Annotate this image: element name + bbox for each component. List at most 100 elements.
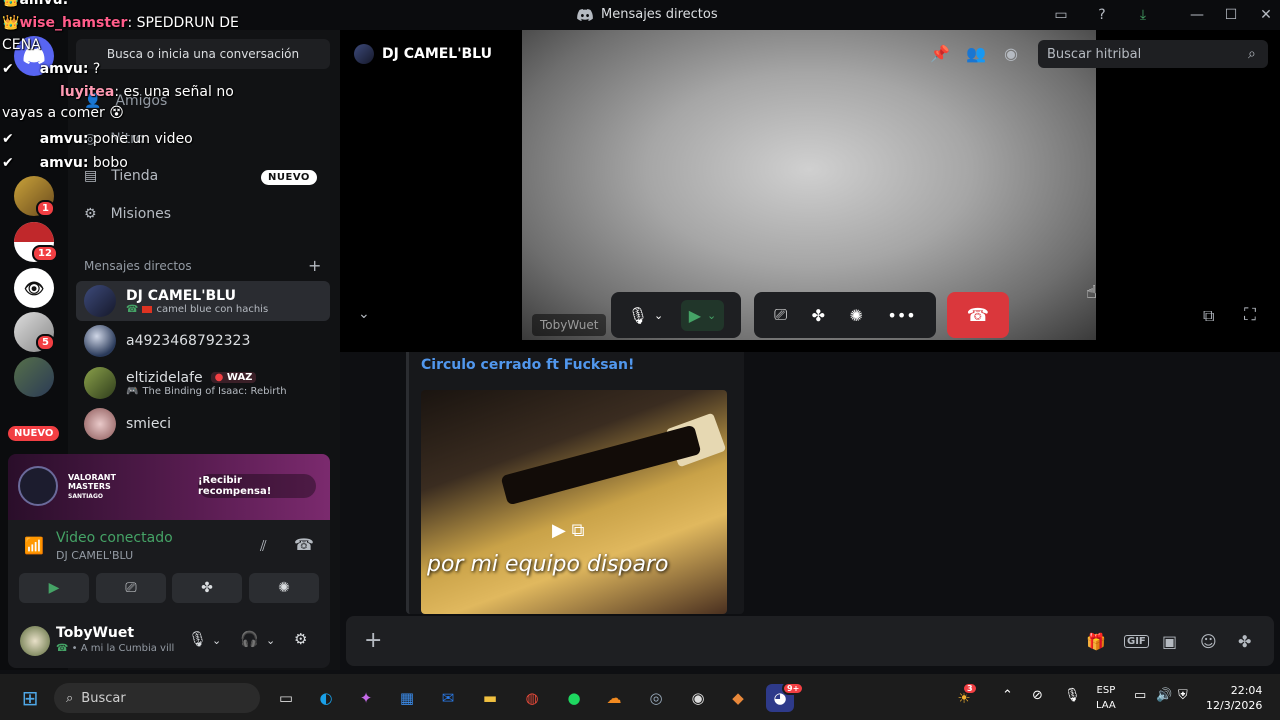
voice-status[interactable]: Video conectado <box>56 530 173 546</box>
add-dm-icon[interactable]: + <box>308 256 321 275</box>
chrome-icon[interactable]: ◍ <box>518 684 546 712</box>
help-icon[interactable]: ? <box>1092 5 1112 25</box>
user-name[interactable]: TobyWuet <box>56 625 134 641</box>
dm-item[interactable]: DJ CAMEL'BLU ☎ camel blue con hachis <box>76 281 330 321</box>
stream-chat-line: 👑amvu: <box>2 0 69 8</box>
language-indicator[interactable]: ESP LAA <box>1096 683 1116 713</box>
outlook-icon[interactable]: ✉ <box>434 684 462 712</box>
soundboard-icon: ✺ <box>278 580 290 596</box>
fullscreen-icon[interactable]: ⛶ <box>1244 305 1256 325</box>
more-options-icon[interactable]: ••• <box>887 306 915 325</box>
activities-icon[interactable]: ✤ <box>812 306 825 325</box>
chat-user: amvu: <box>39 155 89 171</box>
server-icon[interactable]: 👁 <box>14 268 54 308</box>
signal-icon[interactable]: 📶 <box>24 536 44 555</box>
language-bottom: LAA <box>1096 700 1116 711</box>
emoji-icon[interactable]: ☺ <box>1200 632 1217 651</box>
dm-item[interactable]: eltizidelafe ● WAZ 🎮 The Binding of Isaac… <box>76 361 330 405</box>
apps-icon[interactable]: ✤ <box>1238 632 1251 651</box>
user-avatar[interactable] <box>20 626 50 656</box>
play-icon[interactable]: ▶ ⧉ <box>552 520 584 541</box>
search-input[interactable]: Buscar hitribal <box>1038 40 1268 68</box>
dm-section-header: Mensajes directos <box>84 259 192 273</box>
dm-item[interactable]: a4923468792323 <box>76 321 330 361</box>
add-friend-icon[interactable]: 👥 <box>966 44 986 63</box>
chevron-down-icon[interactable]: ⌄ <box>212 634 221 647</box>
soundboard-button[interactable]: ✺ <box>249 573 319 603</box>
soundboard-icon[interactable]: ✺ <box>850 306 863 325</box>
maximize-icon[interactable]: ☐ <box>1221 5 1241 25</box>
discord-badge: 9+ <box>782 682 805 695</box>
pin-icon[interactable]: 📌 <box>930 44 950 63</box>
screen-share-icon[interactable]: ⎚ <box>774 305 787 325</box>
app-icon[interactable]: ◆ <box>724 684 752 712</box>
collapse-chevron-icon[interactable]: ⌄ <box>358 306 370 322</box>
rail-new-badge[interactable]: NUEVO <box>8 426 60 441</box>
camera-toggle-button[interactable]: ▶ ⌄ <box>680 299 725 331</box>
voice-call-icon: ☎ <box>56 643 69 654</box>
cloud-icon[interactable]: ☁ <box>600 684 628 712</box>
avatar <box>84 325 116 357</box>
obs-icon[interactable]: ◉ <box>684 684 712 712</box>
activities-icon: ✤ <box>201 580 213 596</box>
avatar <box>84 408 116 440</box>
gif-icon[interactable]: GIF <box>1124 635 1149 648</box>
conversation-search-button[interactable]: Busca o inicia una conversación <box>76 39 330 69</box>
task-view-icon[interactable]: ▭ <box>272 684 300 712</box>
clock-date: 12/3/2026 <box>1206 699 1263 712</box>
steam-icon[interactable]: ◎ <box>642 684 670 712</box>
windows-start-icon[interactable]: ⊞ <box>16 684 44 712</box>
tray-chevron-icon[interactable]: ⌃ <box>1002 688 1013 703</box>
flag-icon <box>142 305 153 313</box>
network-icon[interactable]: ⊘ <box>1032 688 1043 703</box>
user-profile-icon[interactable]: ◉ <box>1004 44 1018 63</box>
nav-item-quests[interactable]: ⚙ Misiones <box>84 206 171 222</box>
microphone-icon[interactable]: 🎙 <box>1064 688 1081 703</box>
screen-share-button[interactable]: ⎚ <box>96 573 166 603</box>
taskbar-search[interactable]: ⌕ Buscar <box>54 683 260 713</box>
claim-reward-button[interactable]: ¡Recibir recompensa! <box>198 474 316 498</box>
server-icon[interactable] <box>14 357 54 397</box>
discord-logo-icon <box>577 8 593 21</box>
nav-label: Misiones <box>110 206 172 222</box>
spotify-icon[interactable]: ● <box>560 684 588 712</box>
embed-title-link[interactable]: Circulo cerrado ft Fucksan! <box>421 357 634 373</box>
hang-up-button[interactable]: ☎ <box>947 292 1009 338</box>
dm-item[interactable]: smieci <box>76 404 330 444</box>
noise-suppression-icon[interactable]: ⫽ <box>260 537 267 555</box>
dm-name: smieci <box>126 416 172 432</box>
avatar <box>84 285 116 317</box>
vpn-icon[interactable]: ⛨ <box>1178 688 1188 703</box>
download-icon[interactable]: ⤓ <box>1133 5 1153 25</box>
chat-text: ? <box>88 61 101 77</box>
display-icon[interactable]: ▭ <box>1134 688 1146 703</box>
clan-tag: ● WAZ <box>210 372 257 383</box>
activities-button[interactable]: ✤ <box>172 573 242 603</box>
chat-user: wise_hamster <box>19 15 128 31</box>
chat-user: amvu: <box>39 131 89 147</box>
microphone-icon[interactable]: 🎙 <box>188 630 207 648</box>
disconnect-icon[interactable]: ☎ <box>294 535 314 554</box>
voice-channel[interactable]: DJ CAMEL'BLU <box>56 549 133 562</box>
settings-gear-icon[interactable]: ⚙ <box>294 630 307 648</box>
attach-plus-icon[interactable]: + <box>364 628 382 653</box>
close-icon[interactable]: ✕ <box>1256 5 1276 25</box>
copilot-icon[interactable]: ✦ <box>352 684 380 712</box>
store-icon[interactable]: ▦ <box>393 684 421 712</box>
edge-icon[interactable]: ◐ <box>312 684 340 712</box>
inbox-icon[interactable]: ▭ <box>1051 5 1071 25</box>
popout-icon[interactable]: ⧉ <box>1203 306 1214 326</box>
headset-icon[interactable]: 🎧 <box>240 630 259 648</box>
gift-icon[interactable]: 🎁 <box>1086 632 1106 651</box>
stream-chat-line: ✔ amvu: ? <box>2 61 101 77</box>
embed-video-player[interactable] <box>421 390 727 614</box>
camera-button[interactable]: ▶ <box>19 573 89 603</box>
chevron-down-icon[interactable]: ⌄ <box>266 634 275 647</box>
volume-icon[interactable]: 🔊 <box>1156 688 1172 703</box>
sticker-icon[interactable]: ▣ <box>1162 632 1177 651</box>
chat-user: amvu: <box>39 61 89 77</box>
file-explorer-icon[interactable]: ▬ <box>476 684 504 712</box>
clock[interactable]: 22:04 12/3/2026 <box>1206 683 1262 713</box>
minimize-icon[interactable]: — <box>1187 5 1207 25</box>
microphone-button[interactable]: 🎙 ⌄ <box>628 306 664 325</box>
